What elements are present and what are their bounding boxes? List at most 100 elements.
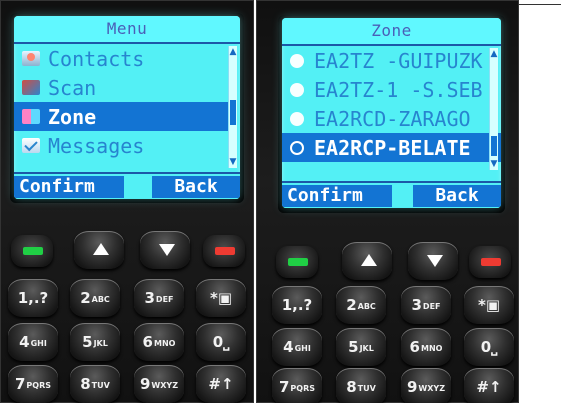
confirm-button[interactable]: Confirm bbox=[282, 184, 392, 207]
up-button[interactable] bbox=[74, 231, 124, 269]
end-button[interactable] bbox=[469, 246, 511, 278]
key-label: # bbox=[208, 375, 221, 393]
zone-label: EA2RCP-BELATE bbox=[314, 135, 471, 160]
key-star[interactable]: *▣ bbox=[196, 279, 246, 317]
key-0[interactable]: 0⎵ bbox=[196, 323, 246, 361]
key-2[interactable]: 2ABC bbox=[70, 279, 120, 317]
key-7[interactable]: 7PQRS bbox=[8, 365, 58, 403]
key-sublabel: MNO bbox=[420, 344, 443, 353]
radio-dot-icon bbox=[290, 53, 304, 68]
back-button[interactable]: Back bbox=[152, 175, 240, 198]
key-label: 7 bbox=[14, 375, 26, 393]
key-sublabel: TUV bbox=[91, 381, 110, 390]
key-star[interactable]: *▣ bbox=[464, 286, 514, 324]
key-4[interactable]: 4GHI bbox=[272, 328, 322, 366]
screen-title: Menu bbox=[14, 16, 240, 44]
key-hash[interactable]: #↑ bbox=[196, 365, 246, 403]
zone-item[interactable]: EA2TZ-1 -S.SEB bbox=[282, 75, 501, 104]
key-label: 1,.? bbox=[281, 296, 313, 314]
menu-item-label: Messages bbox=[48, 133, 145, 158]
menu-item-label: Zone bbox=[48, 104, 97, 129]
key-7[interactable]: 7PQRS bbox=[272, 368, 322, 403]
space-icon: ⎵ bbox=[223, 333, 230, 351]
key-4[interactable]: 4GHI bbox=[8, 323, 58, 361]
scroll-thumb[interactable] bbox=[491, 136, 497, 156]
radio-dot-icon bbox=[290, 82, 304, 97]
key-label: # bbox=[476, 378, 489, 396]
key-label: 4 bbox=[283, 338, 294, 356]
key-9[interactable]: 9WXYZ bbox=[401, 368, 451, 403]
key-6[interactable]: 6MNO bbox=[401, 328, 451, 366]
key-8[interactable]: 8TUV bbox=[70, 365, 120, 403]
back-button[interactable]: Back bbox=[413, 184, 501, 207]
key-0[interactable]: 0⎵ bbox=[464, 328, 514, 366]
screen-title: Zone bbox=[282, 18, 501, 46]
end-button[interactable] bbox=[203, 235, 245, 267]
scroll-thumb[interactable] bbox=[230, 100, 236, 125]
key-5[interactable]: 5JKL bbox=[336, 328, 386, 366]
key-2[interactable]: 2ABC bbox=[336, 286, 386, 324]
zone-scrollbar[interactable]: ▲ ▼ bbox=[489, 48, 498, 170]
key-3[interactable]: 3DEF bbox=[134, 279, 184, 317]
key-label: 0 bbox=[212, 333, 224, 351]
scroll-up-icon: ▲ bbox=[229, 47, 237, 57]
key-sublabel: PQRS bbox=[290, 384, 316, 393]
key-sublabel: PQRS bbox=[26, 381, 52, 390]
menu-list: Contacts Scan Zone Messages bbox=[14, 44, 228, 169]
key-sublabel: WXYZ bbox=[151, 381, 179, 390]
messages-icon bbox=[22, 138, 40, 153]
left-radio-photo: Menu Contacts Scan Zone Messages ▲ ▼ Con… bbox=[0, 0, 254, 403]
scroll-up-icon: ▲ bbox=[490, 49, 498, 59]
key-label: 5 bbox=[82, 333, 93, 351]
key-label: 6 bbox=[142, 333, 153, 351]
right-display-bezel: Zone EA2TZ -GUIPUZK EA2TZ-1 -S.SEB EA2RC… bbox=[278, 15, 505, 213]
down-button[interactable] bbox=[140, 231, 190, 269]
key-label: 9 bbox=[139, 375, 151, 393]
key-9[interactable]: 9WXYZ bbox=[134, 365, 184, 403]
key-label: 8 bbox=[346, 378, 357, 396]
key-label: 5 bbox=[348, 338, 359, 356]
key-hash[interactable]: #↑ bbox=[464, 368, 514, 403]
scroll-down-icon: ▼ bbox=[490, 159, 498, 169]
right-zone-screen: Zone EA2TZ -GUIPUZK EA2TZ-1 -S.SEB EA2RC… bbox=[282, 18, 501, 208]
key-8[interactable]: 8TUV bbox=[336, 368, 386, 403]
call-button[interactable] bbox=[276, 246, 318, 278]
key-label: 6 bbox=[409, 338, 420, 356]
softkey-bar: Confirm Back bbox=[282, 181, 501, 208]
menu-item-contacts[interactable]: Contacts bbox=[14, 44, 228, 73]
zone-item[interactable]: EA2RCD-ZARAGO bbox=[282, 104, 501, 133]
key-sublabel: TUV bbox=[357, 384, 376, 393]
lock-icon: ▣ bbox=[217, 289, 233, 307]
key-5[interactable]: 5JKL bbox=[70, 323, 120, 361]
up-button[interactable] bbox=[342, 242, 392, 280]
menu-scrollbar[interactable]: ▲ ▼ bbox=[228, 46, 237, 168]
menu-item-label: Scan bbox=[48, 75, 97, 100]
menu-item-zone[interactable]: Zone bbox=[14, 102, 228, 131]
scroll-down-icon: ▼ bbox=[229, 157, 237, 167]
left-keypad: 1,.? 2ABC 3DEF *▣ 4GHI 5JKL 6MNO 0⎵ 7PQR… bbox=[8, 225, 246, 403]
key-1[interactable]: 1,.? bbox=[272, 286, 322, 324]
confirm-button[interactable]: Confirm bbox=[14, 175, 124, 198]
menu-item-messages[interactable]: Messages bbox=[14, 131, 228, 160]
up-arrow-icon: ↑ bbox=[221, 375, 234, 393]
menu-item-scan[interactable]: Scan bbox=[14, 73, 228, 102]
zone-item[interactable]: EA2TZ -GUIPUZK bbox=[282, 46, 501, 75]
key-6[interactable]: 6MNO bbox=[134, 323, 184, 361]
right-keypad: 1,.? 2ABC 3DEF *▣ 4GHI 5JKL 6MNO 0⎵ 7PQR… bbox=[264, 236, 514, 403]
down-button[interactable] bbox=[408, 242, 458, 280]
zone-label: EA2TZ-1 -S.SEB bbox=[314, 77, 483, 102]
key-label: 4 bbox=[19, 333, 30, 351]
key-sublabel: DEF bbox=[155, 295, 174, 304]
key-label: 8 bbox=[80, 375, 91, 393]
key-1[interactable]: 1,.? bbox=[8, 279, 58, 317]
key-sublabel: JKL bbox=[359, 344, 374, 353]
key-sublabel: JKL bbox=[93, 339, 108, 348]
call-button[interactable] bbox=[11, 235, 53, 267]
zone-item-selected[interactable]: EA2RCP-BELATE bbox=[282, 133, 501, 162]
key-label: 0 bbox=[480, 338, 492, 356]
space-icon: ⎵ bbox=[491, 338, 498, 356]
menu-item-label: Contacts bbox=[48, 46, 145, 71]
key-label: 2 bbox=[346, 296, 357, 314]
key-3[interactable]: 3DEF bbox=[401, 286, 451, 324]
up-arrow-icon: ↑ bbox=[489, 378, 502, 396]
